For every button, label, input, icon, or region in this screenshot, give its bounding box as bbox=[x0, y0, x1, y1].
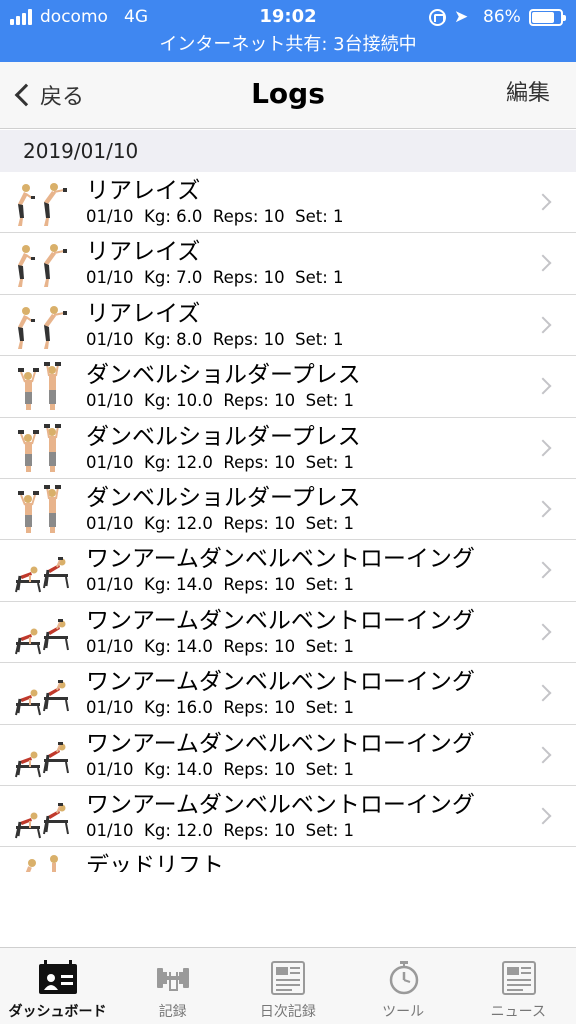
log-detail: 01/10 Kg: 14.0 Reps: 10 Set: 1 bbox=[86, 759, 354, 779]
chevron-right-icon bbox=[534, 316, 552, 334]
bent-row-figure bbox=[14, 792, 70, 842]
document-icon bbox=[268, 960, 308, 996]
rear-raise-figure bbox=[14, 239, 70, 289]
shoulder-press-figure bbox=[14, 423, 70, 474]
log-row[interactable]: ダンベルショルダープレス 01/10 Kg: 12.0 Reps: 10 Set:… bbox=[0, 417, 576, 479]
tab-stopwatch[interactable]: ツール bbox=[346, 948, 461, 1024]
exercise-name: ワンアームダンベルベントローイング bbox=[86, 546, 475, 573]
log-detail: 01/10 Kg: 14.0 Reps: 10 Set: 1 bbox=[86, 575, 354, 595]
tab-label: ダッシュボード bbox=[8, 1004, 107, 1020]
tab-label: ツール bbox=[382, 1004, 425, 1020]
exercise-name: リアレイズ bbox=[86, 239, 201, 266]
log-detail: 01/10 Kg: 12.0 Reps: 10 Set: 1 bbox=[86, 513, 354, 533]
chevron-right-icon bbox=[534, 193, 552, 211]
chevron-right-icon bbox=[534, 439, 552, 457]
log-row[interactable]: ワンアームダンベルベントローイング 01/10 Kg: 16.0 Reps: 10… bbox=[0, 663, 576, 725]
log-row[interactable]: ワンアームダンベルベントローイング 01/10 Kg: 14.0 Reps: 10… bbox=[0, 724, 576, 786]
stopwatch-icon bbox=[384, 960, 424, 996]
tab-label: ニュース bbox=[490, 1004, 546, 1020]
exercise-name: ダンベルショルダープレス bbox=[86, 484, 361, 511]
deadlift-figure bbox=[14, 853, 70, 872]
chevron-right-icon bbox=[534, 500, 552, 518]
page-title: Logs bbox=[251, 77, 325, 110]
exercise-name: ダンベルショルダープレス bbox=[86, 423, 361, 450]
exercise-name: デッドリフト bbox=[86, 853, 224, 872]
dumbbell-icon bbox=[153, 960, 193, 996]
navigation-bar: 戻る Logs 編集 bbox=[0, 62, 576, 129]
battery-percent: 86% bbox=[483, 7, 521, 27]
log-row[interactable]: ダンベルショルダープレス 01/10 Kg: 12.0 Reps: 10 Set:… bbox=[0, 478, 576, 541]
log-detail: 01/10 Kg: 12.0 Reps: 10 Set: 1 bbox=[86, 820, 354, 840]
log-detail: 01/10 Kg: 6.0 Reps: 10 Set: 1 bbox=[86, 207, 344, 226]
rear-raise-figure bbox=[14, 301, 70, 351]
bent-row-figure bbox=[14, 731, 70, 781]
bent-row-figure bbox=[14, 608, 70, 658]
tab-document[interactable]: 日次記録 bbox=[230, 948, 345, 1024]
battery-icon bbox=[529, 9, 566, 26]
chevron-right-icon bbox=[534, 623, 552, 641]
rear-raise-figure bbox=[14, 178, 70, 228]
tab-label: 記録 bbox=[158, 1004, 187, 1020]
shoulder-press-figure bbox=[14, 362, 70, 412]
chevron-right-icon bbox=[534, 254, 552, 272]
log-row[interactable]: リアレイズ 01/10 Kg: 8.0 Reps: 10 Set: 1 bbox=[0, 294, 576, 357]
log-detail: 01/10 Kg: 16.0 Reps: 10 Set: 1 bbox=[86, 698, 354, 718]
shoulder-press-figure bbox=[14, 484, 70, 535]
tab-label: 日次記録 bbox=[259, 1004, 316, 1020]
log-row[interactable]: ワンアームダンベルベントローイング 01/10 Kg: 14.0 Reps: 10… bbox=[0, 540, 576, 602]
exercise-name: ワンアームダンベルベントローイング bbox=[86, 730, 475, 757]
news-icon bbox=[499, 960, 539, 996]
chevron-right-icon bbox=[534, 807, 552, 825]
tab-news[interactable]: ニュース bbox=[461, 948, 576, 1024]
exercise-name: ワンアームダンベルベントローイング bbox=[86, 669, 475, 696]
exercise-name: リアレイズ bbox=[86, 178, 201, 204]
log-row[interactable]: ワンアームダンベルベントローイング 01/10 Kg: 14.0 Reps: 10… bbox=[0, 601, 576, 664]
log-row[interactable]: リアレイズ 01/10 Kg: 7.0 Reps: 10 Set: 1 bbox=[0, 233, 576, 295]
exercise-name: ダンベルショルダープレス bbox=[86, 362, 361, 389]
tab-bar: ダッシュボード 記録 日次記録 ツール ニュース bbox=[0, 947, 576, 1024]
bent-row-figure bbox=[14, 546, 70, 596]
bent-row-figure bbox=[14, 669, 70, 719]
log-row[interactable]: ダンベルショルダープレス 01/10 Kg: 10.0 Reps: 10 Set:… bbox=[0, 356, 576, 418]
log-detail: 01/10 Kg: 7.0 Reps: 10 Set: 1 bbox=[86, 268, 344, 288]
chevron-right-icon bbox=[534, 377, 552, 395]
log-list[interactable]: リアレイズ 01/10 Kg: 6.0 Reps: 10 Set: 1 リアレイズ… bbox=[0, 172, 576, 872]
chevron-right-icon bbox=[534, 561, 552, 579]
log-row[interactable]: デッドリフト bbox=[0, 847, 576, 872]
status-bar: docomo 4G 19:02 ➤ 86% インターネット共有: 3台接続中 bbox=[0, 0, 576, 62]
edit-button[interactable]: 編集 bbox=[506, 79, 550, 109]
log-detail: 01/10 Kg: 12.0 Reps: 10 Set: 1 bbox=[86, 452, 354, 472]
section-date: 2019/01/10 bbox=[23, 139, 139, 163]
chevron-right-icon bbox=[534, 746, 552, 764]
log-row[interactable]: ワンアームダンベルベントローイング 01/10 Kg: 12.0 Reps: 10… bbox=[0, 785, 576, 848]
exercise-name: ワンアームダンベルベントローイング bbox=[86, 791, 475, 818]
tab-dashboard[interactable]: ダッシュボード bbox=[0, 948, 115, 1024]
dashboard-icon bbox=[38, 960, 78, 996]
log-row[interactable]: リアレイズ 01/10 Kg: 6.0 Reps: 10 Set: 1 bbox=[0, 172, 576, 234]
hotspot-banner[interactable]: インターネット共有: 3台接続中 bbox=[0, 34, 576, 56]
date-section-header: 2019/01/10 bbox=[0, 130, 576, 172]
location-arrow-icon: ➤ bbox=[454, 7, 469, 27]
exercise-name: リアレイズ bbox=[86, 300, 201, 327]
chevron-right-icon bbox=[534, 684, 552, 702]
log-detail: 01/10 Kg: 8.0 Reps: 10 Set: 1 bbox=[86, 329, 344, 349]
tab-dumbbell[interactable]: 記録 bbox=[115, 948, 230, 1024]
exercise-name: ワンアームダンベルベントローイング bbox=[86, 607, 475, 634]
log-detail: 01/10 Kg: 14.0 Reps: 10 Set: 1 bbox=[86, 636, 354, 656]
orientation-lock-icon bbox=[429, 9, 446, 26]
log-detail: 01/10 Kg: 10.0 Reps: 10 Set: 1 bbox=[86, 391, 354, 411]
